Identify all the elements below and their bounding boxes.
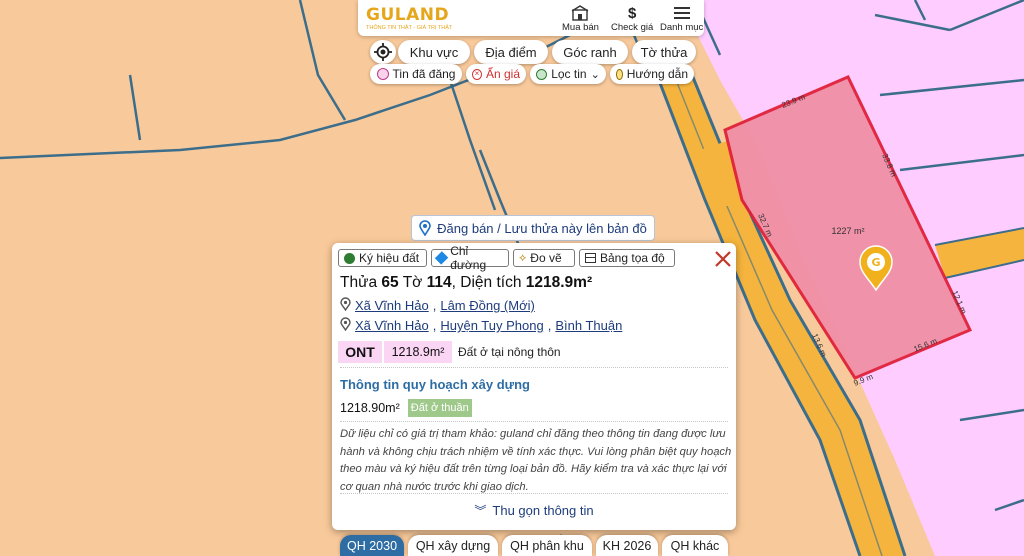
location-filter-button[interactable]: Địa điểm xyxy=(474,40,548,64)
area-filter-button[interactable]: Khu vực xyxy=(398,40,470,64)
tab-qh-phan-khu[interactable]: QH phân khu xyxy=(502,535,592,556)
parcel-area-label: 1227 m² xyxy=(831,226,864,236)
map-pin-icon xyxy=(419,220,431,236)
collapse-info-button[interactable]: ︾ Thu gọn thông tin xyxy=(332,502,736,519)
hide-price-button[interactable]: × Ẩn giá xyxy=(466,64,526,84)
disclaimer-text: Dữ liệu chỉ có giá trị tham khảo: guland… xyxy=(340,428,732,493)
guide-button[interactable]: Hướng dẫn xyxy=(610,64,694,84)
menu-icon xyxy=(673,4,690,22)
posted-listings-button[interactable]: Tin đã đăng xyxy=(370,64,462,84)
commune-link[interactable]: Xã Vĩnh Hảo xyxy=(355,318,429,333)
check-price-button[interactable]: $ Check giá xyxy=(611,4,653,34)
province-link[interactable]: Lâm Đồng (Mới) xyxy=(440,298,535,313)
planning-area: 1218.90m² xyxy=(340,401,400,415)
house-icon xyxy=(571,4,589,22)
emoji-icon xyxy=(376,68,389,80)
filter-icon xyxy=(536,68,548,80)
planning-section-title: Thông tin quy hoạch xây dựng xyxy=(340,377,530,392)
coordinate-table-button[interactable]: Bảng tọa độ xyxy=(579,249,675,267)
location-pin-icon xyxy=(340,297,351,314)
planning-badge: Đất ở thuần xyxy=(407,399,472,417)
measure-icon: ⟡ xyxy=(519,251,527,264)
parcel-title: Thửa 65 Tờ 114, Diện tích 1218.9m² xyxy=(340,274,593,291)
locate-me-button[interactable] xyxy=(370,40,396,64)
land-area-badge: 1218.9m² xyxy=(384,341,452,363)
palette-icon xyxy=(344,252,355,264)
top-header: GULAND THÔNG TIN THẬT - GIÁ TRỊ THẬT Mua… xyxy=(358,0,704,36)
address-new: Xã Vĩnh Hảo, Lâm Đồng (Mới) xyxy=(340,297,535,314)
chevron-down-icon: ⌄ xyxy=(590,68,600,81)
district-link[interactable]: Huyện Tuy Phong xyxy=(440,318,543,333)
province-link[interactable]: Bình Thuận xyxy=(555,318,622,333)
tab-kh-2026[interactable]: KH 2026 xyxy=(596,535,658,556)
divider xyxy=(340,493,728,494)
location-pin-icon xyxy=(340,317,351,334)
sheet-parcel-button[interactable]: Tờ thửa xyxy=(632,40,696,64)
post-parcel-button[interactable]: Đăng bán / Lưu thửa này lên bản đồ xyxy=(411,215,655,241)
close-icon[interactable] xyxy=(714,250,732,268)
guide-icon xyxy=(616,68,623,80)
tab-qh-khac[interactable]: QH khác xyxy=(662,535,728,556)
tab-qh-2030[interactable]: QH 2030 xyxy=(340,535,404,556)
directions-button[interactable]: Chỉ đường xyxy=(431,244,509,272)
land-use-row: ONT 1218.9m² Đất ở tại nông thôn xyxy=(338,341,561,363)
eye-off-icon: × xyxy=(472,68,482,80)
divider xyxy=(340,421,728,422)
table-icon xyxy=(585,253,596,263)
dollar-icon: $ xyxy=(627,4,637,22)
land-symbol-button[interactable]: Ký hiệu đất xyxy=(338,249,427,267)
parcel-info-card: Ký hiệu đất Chỉ đường ⟡ Đo vẽ Bảng tọa đ… xyxy=(332,243,736,530)
address-old: Xã Vĩnh Hảo, Huyện Tuy Phong, Bình Thuận xyxy=(340,317,622,334)
menu-button[interactable]: Danh mục xyxy=(660,4,703,33)
measure-button[interactable]: ⟡ Đo vẽ xyxy=(513,249,575,267)
double-chevron-down-icon: ︾ xyxy=(474,504,487,518)
planning-row: 1218.90m² Đất ở thuần xyxy=(340,399,472,417)
crosshair-icon xyxy=(374,43,392,61)
guland-logo[interactable]: GULAND THÔNG TIN THẬT - GIÁ TRỊ THẬT xyxy=(366,5,466,31)
corner-filter-button[interactable]: Góc ranh xyxy=(552,40,628,64)
land-description: Đất ở tại nông thôn xyxy=(458,345,561,359)
land-code-badge: ONT xyxy=(338,341,382,363)
tab-qh-xay-dung[interactable]: QH xây dựng xyxy=(408,535,498,556)
filter-listings-button[interactable]: Lọc tin ⌄ xyxy=(530,64,606,84)
buy-sell-button[interactable]: Mua bán xyxy=(562,4,599,33)
svg-text:G: G xyxy=(871,256,880,269)
commune-link[interactable]: Xã Vĩnh Hảo xyxy=(355,298,429,313)
divider xyxy=(340,367,728,368)
directions-icon xyxy=(434,251,449,265)
